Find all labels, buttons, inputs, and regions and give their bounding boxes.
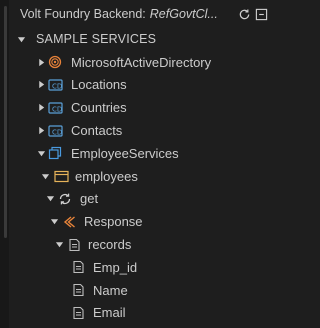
chevron-down-icon[interactable] <box>54 240 64 250</box>
tree-item-label: Countries <box>71 100 127 116</box>
tree-item-label: get <box>80 191 99 207</box>
chevron-down-icon[interactable] <box>49 217 59 227</box>
object-service-icon: CD <box>47 77 63 93</box>
tree-item-label: Email <box>93 305 126 321</box>
integration-service-icon <box>47 145 63 161</box>
svg-text:CD: CD <box>52 128 62 136</box>
tree-item-countries[interactable]: CD Countries <box>9 96 274 119</box>
field-icon <box>70 259 86 275</box>
tree-root-label: SAMPLE SERVICES <box>36 32 157 47</box>
chevron-down-icon[interactable] <box>40 171 50 181</box>
object-service-icon: CD <box>47 123 63 139</box>
tree-item-employees[interactable]: employees <box>9 165 274 188</box>
record-document-icon <box>66 237 82 253</box>
object-folder-icon <box>53 168 69 184</box>
tree-item-employee-services[interactable]: EmployeeServices <box>9 142 274 165</box>
scroll-indicator[interactable] <box>4 6 7 238</box>
chevron-right-icon[interactable] <box>36 57 46 67</box>
tree-item-label: EmployeeServices <box>71 145 179 161</box>
activity-strip <box>0 0 9 328</box>
object-service-icon: CD <box>47 100 63 116</box>
tree-item-label: employees <box>75 168 138 184</box>
chevron-down-icon[interactable] <box>45 194 55 204</box>
svg-text:CD: CD <box>52 82 62 90</box>
panel-header: Volt Foundry Backend: RefGovtCl... <box>9 0 274 28</box>
chevron-right-icon[interactable] <box>36 103 46 113</box>
svg-text:CD: CD <box>52 105 62 113</box>
chevron-down-icon[interactable] <box>36 148 46 158</box>
tree-item-label: MicrosoftActiveDirectory <box>71 54 212 70</box>
chevron-right-icon[interactable] <box>36 126 46 136</box>
panel-title-project: RefGovtCl... <box>149 7 218 21</box>
identity-service-icon <box>47 54 63 70</box>
tree-item-field-emp-id[interactable]: Emp_id <box>9 256 274 279</box>
tree-item-records[interactable]: records <box>9 233 274 256</box>
field-icon <box>70 305 86 321</box>
tree-item-contacts[interactable]: CD Contacts <box>9 119 274 142</box>
services-tree: SAMPLE SERVICES MicrosoftActiveDirectory… <box>9 28 274 324</box>
field-icon <box>70 282 86 298</box>
collapse-all-icon[interactable] <box>255 8 268 21</box>
operation-sync-icon <box>57 191 73 207</box>
response-arrow-icon <box>61 214 77 230</box>
tree-item-response[interactable]: Response <box>9 210 274 233</box>
tree-item-label: Contacts <box>71 123 123 139</box>
tree-item-label: Locations <box>71 77 127 93</box>
refresh-icon[interactable] <box>238 8 251 21</box>
tree-item-label: Response <box>84 214 143 230</box>
chevron-down-icon[interactable] <box>16 34 26 44</box>
tree-root-sample-services[interactable]: SAMPLE SERVICES <box>9 28 274 51</box>
tree-item-locations[interactable]: CD Locations <box>9 74 274 97</box>
tree-item-label: Emp_id <box>93 259 138 275</box>
tree-item-field-email[interactable]: Email <box>9 302 274 325</box>
tree-item-get[interactable]: get <box>9 188 274 211</box>
tree-item-microsoft-active-directory[interactable]: MicrosoftActiveDirectory <box>9 51 274 74</box>
tree-item-label: Name <box>93 282 128 298</box>
chevron-right-icon[interactable] <box>36 80 46 90</box>
tree-item-label: records <box>88 237 132 253</box>
panel-title-prefix: Volt Foundry Backend: <box>20 7 146 21</box>
tree-item-field-name[interactable]: Name <box>9 279 274 302</box>
